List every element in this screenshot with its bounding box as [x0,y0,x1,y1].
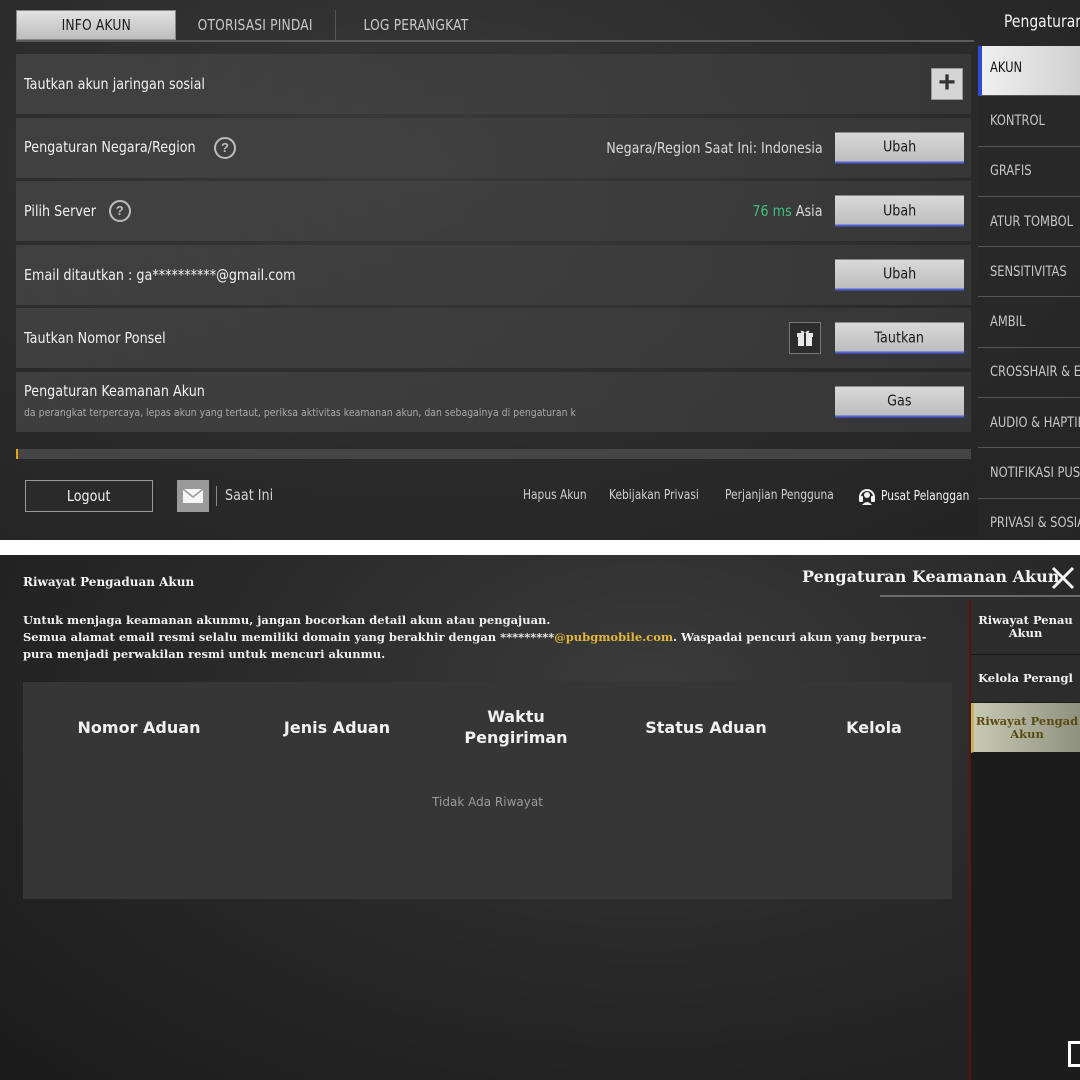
gift-icon[interactable] [789,322,821,354]
title-underline [880,595,1080,597]
side-item-atur-tombol[interactable]: ATUR TOMBOL [978,196,1080,248]
region-label-wrap: Pengaturan Negara/Region? [24,136,236,159]
server-label-wrap: Pilih Server? [24,200,131,222]
privacy-policy-link[interactable]: Kebijakan Privasi [609,488,719,503]
column-header-status: Status Aduan [645,718,767,737]
side-item-ambil[interactable]: AMBIL [978,297,1080,348]
delete-account-link[interactable]: Hapus Akun [523,488,601,503]
official-domain: @pubgmobile.com [554,630,674,644]
headset-icon [859,489,875,505]
side-item-crosshair[interactable]: CROSSHAIR & E [978,347,1080,399]
side-item-device-history[interactable]: Riwayat Penau Akun [971,599,1080,655]
current-region: Negara/Region Saat Ini: Indonesia [606,138,823,157]
side-item-grafis[interactable]: GRAFIS [978,146,1080,197]
account-security-panel: Riwayat Pengaduan Akun Pengaturan Keaman… [0,555,1080,1080]
change-region-button[interactable]: Ubah [835,132,964,163]
notice-line-2: Semua alamat email resmi selalu memiliki… [23,630,927,661]
scroll-progress[interactable] [16,449,971,459]
notice-line-1: Untuk menjaga keamanan akunmu, jangan bo… [23,613,551,627]
security-description: da perangkat terpercaya, lepas akun yang… [24,405,576,419]
side-item-sensitivitas[interactable]: SENSITIVITAS [978,247,1080,298]
customer-support-button[interactable]: Pusat Pelanggan [857,486,989,506]
tab-divider [16,40,974,42]
help-icon[interactable]: ? [213,136,236,159]
email-label: Email ditautkan : ga**********@gmail.com [24,265,296,284]
security-notice: Untuk menjaga keamanan akunmu, jangan bo… [23,612,953,663]
help-icon[interactable]: ? [108,200,131,222]
current-status: Saat Ini [225,486,274,504]
security-side-nav: Riwayat Penau Akun Kelola Perangl Riwayat… [969,599,1080,1080]
corner-bracket-icon [1068,1041,1080,1067]
complaint-table: Nomor Aduan Jenis Aduan Waktu Pengiriman… [23,682,952,899]
empty-history-message: Tidak Ada Riwayat [432,795,543,809]
change-email-button[interactable]: Ubah [835,259,964,290]
side-item-manage-devices[interactable]: Kelola Perangl [971,655,1080,703]
security-settings-title: Pengaturan Keamanan Akun [802,567,1060,586]
mail-separator [216,486,217,506]
close-icon[interactable] [1050,565,1076,591]
customer-support-label: Pusat Pelanggan [881,488,970,504]
row-social-link: Tautkan akun jaringan sosial + [16,54,971,114]
row-email: Email ditautkan : ga**********@gmail.com… [16,244,971,305]
tab-info-akun[interactable]: INFO AKUN [16,10,176,40]
tab-otorisasi-pindai[interactable]: OTORISASI PINDAI [176,10,336,40]
tab-bar: INFO AKUN OTORISASI PINDAI LOG PERANGKAT [16,10,496,40]
mail-icon[interactable] [177,480,209,512]
side-item-complaint-history[interactable]: Riwayat Pengad Akun [971,703,1080,753]
side-item-akun[interactable]: AKUN [978,46,1080,97]
server-status: 76 ms Asia [740,202,823,220]
account-settings-panel: INFO AKUN OTORISASI PINDAI LOG PERANGKAT… [0,0,1080,540]
server-region: Asia [796,202,823,220]
change-server-button[interactable]: Ubah [835,195,964,227]
side-item-notifikasi[interactable]: NOTIFIKASI PUS [978,448,1080,499]
row-security: Pengaturan Keamanan Akun da perangkat te… [16,371,971,432]
side-item-privasi-sosial[interactable]: PRIVASI & SOSIA [978,498,1080,540]
server-ping: 76 ms [752,202,793,220]
server-label: Pilih Server [24,201,96,220]
scroll-progress-fill [16,449,18,459]
link-phone-button[interactable]: Tautkan [835,322,964,354]
side-item-audio-haptik[interactable]: AUDIO & HAPTIK [978,398,1080,449]
security-label: Pengaturan Keamanan Akun [24,381,205,400]
row-server: Pilih Server? 76 ms Asia Ubah [16,181,971,241]
user-agreement-link[interactable]: Perjanjian Pengguna [725,488,858,503]
social-link-label: Tautkan akun jaringan sosial [24,75,205,93]
settings-title: Pengaturan [1004,12,1080,32]
tab-log-perangkat[interactable]: LOG PERANGKAT [336,10,496,40]
complaint-history-title: Riwayat Pengaduan Akun [23,575,195,589]
side-item-kontrol[interactable]: KONTROL [978,96,1080,147]
phone-label: Tautkan Nomor Ponsel [24,329,166,347]
column-header-time: Waktu Pengiriman [464,707,568,747]
row-region: Pengaturan Negara/Region? Negara/Region … [16,117,971,178]
column-header-manage: Kelola [846,718,902,737]
logout-button[interactable]: Logout [25,480,153,512]
column-header-number: Nomor Aduan [77,718,201,737]
settings-side-nav: AKUN KONTROL GRAFIS ATUR TOMBOL SENSITIV… [978,46,1080,540]
account-rows: Tautkan akun jaringan sosial + Pengatura… [16,54,971,435]
row-phone: Tautkan Nomor Ponsel Tautkan [16,308,971,368]
column-header-type: Jenis Aduan [283,718,391,737]
security-go-button[interactable]: Gas [835,386,964,417]
region-label: Pengaturan Negara/Region [24,138,196,156]
plus-icon[interactable]: + [931,68,963,100]
